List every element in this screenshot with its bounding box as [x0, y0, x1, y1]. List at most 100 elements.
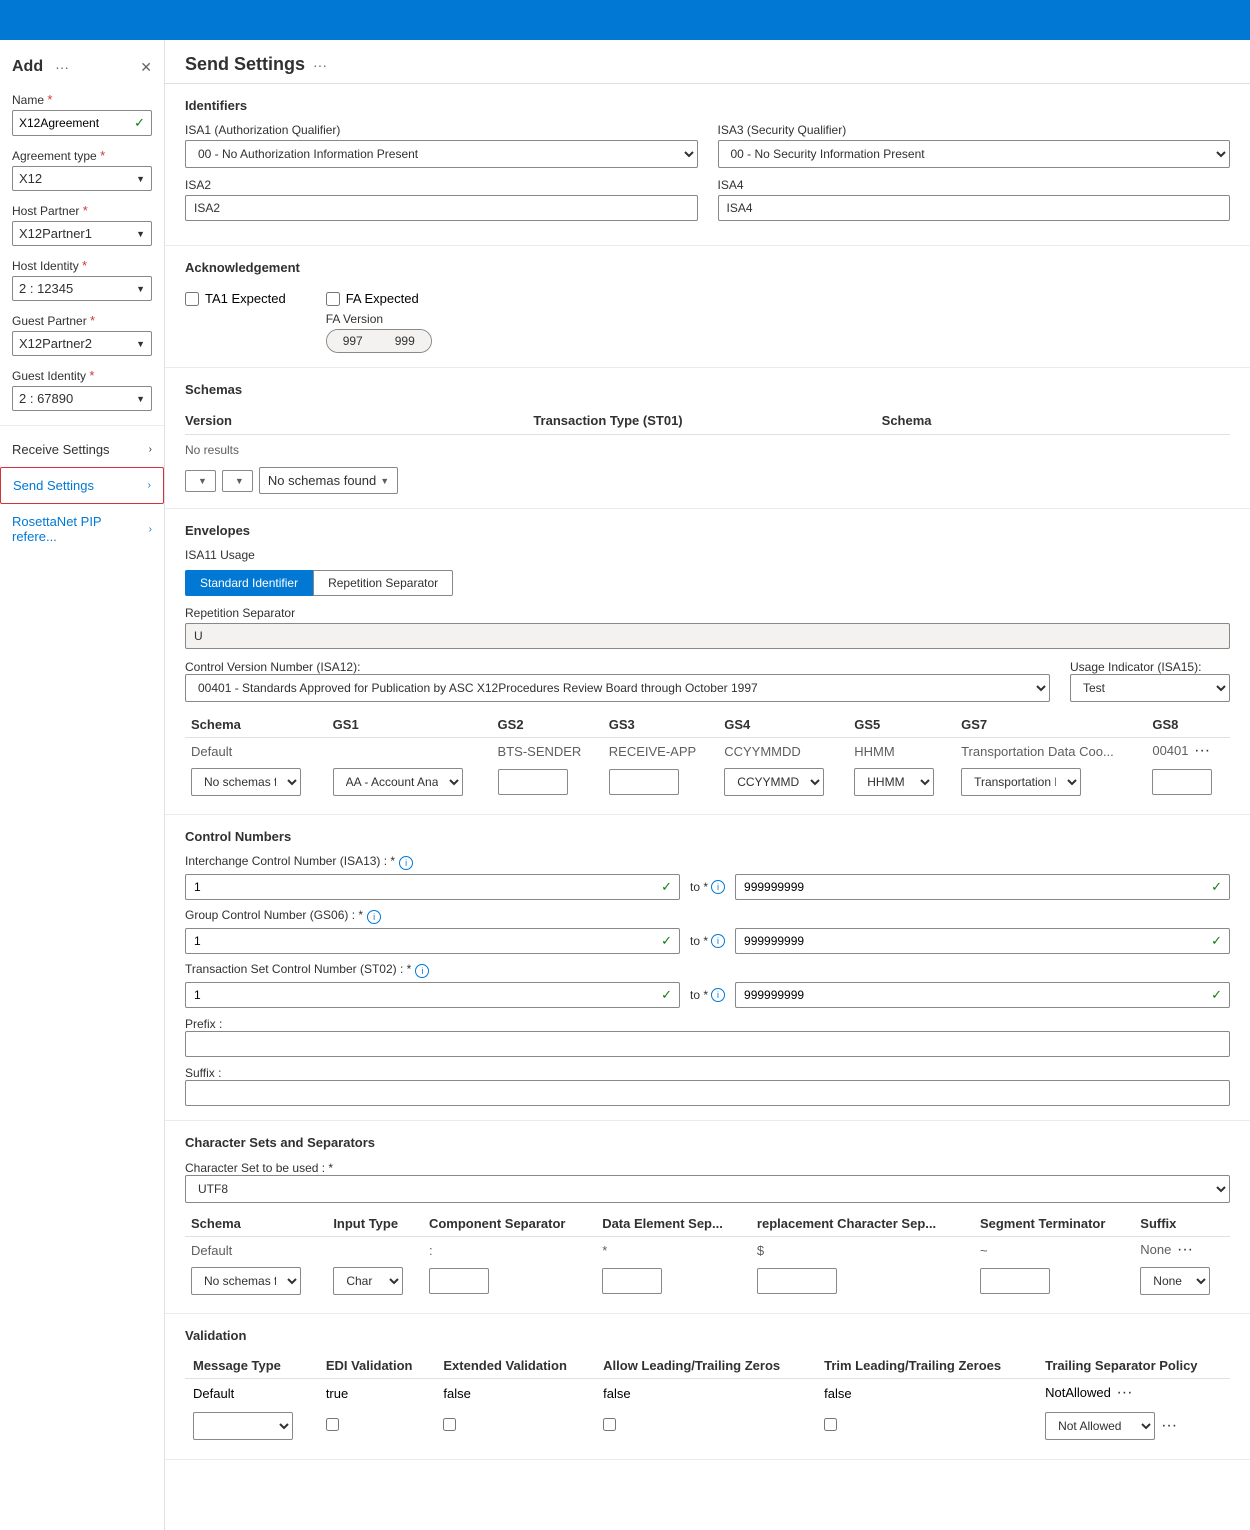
- isa2-group: ISA2: [185, 178, 698, 221]
- st02-to-info-icon[interactable]: i: [711, 988, 725, 1002]
- isa4-group: ISA4: [718, 178, 1231, 221]
- rosettanet-label: RosettaNet PIP refere...: [12, 514, 149, 544]
- env-gs2-input[interactable]: [498, 769, 568, 795]
- gs06-to-info-icon[interactable]: i: [711, 934, 725, 948]
- repetition-separator-input[interactable]: [185, 623, 1230, 649]
- char-set-select[interactable]: UTF8: [185, 1175, 1230, 1203]
- isa13-input[interactable]: [185, 874, 680, 900]
- schemas-schema-dropdown[interactable]: No schemas found ▼: [259, 467, 398, 494]
- control-version-select[interactable]: 00401 - Standards Approved for Publicati…: [185, 674, 1050, 702]
- isa13-to-info-icon[interactable]: i: [711, 880, 725, 894]
- st02-input[interactable]: [185, 982, 680, 1008]
- env-default-gs3: RECEIVE-APP: [603, 738, 718, 765]
- cs-default-label-row: Default : * $ ~ None ···: [185, 1237, 1230, 1264]
- cs-col-segment-terminator: Segment Terminator: [974, 1211, 1134, 1237]
- rosettanet-chevron-icon: ›: [149, 524, 152, 535]
- env-gs1-select[interactable]: AA - Account Anal...: [333, 768, 463, 796]
- schemas-transaction-dropdown[interactable]: ▼: [222, 470, 253, 492]
- prefix-input[interactable]: [185, 1031, 1230, 1057]
- env-col-gs3: GS3: [603, 712, 718, 738]
- val-default-trailing-sep: NotAllowed ···: [1037, 1379, 1230, 1408]
- cs-replacement-char-sep-cell: [751, 1263, 974, 1299]
- cs-default-segment-terminator: ~: [974, 1237, 1134, 1264]
- fa-expected-checkbox[interactable]: [326, 292, 340, 306]
- fa-version-997-btn[interactable]: 997: [327, 330, 379, 352]
- cs-component-sep-input[interactable]: [429, 1268, 489, 1294]
- env-gs8-input[interactable]: [1152, 769, 1212, 795]
- isa13-to-input[interactable]: [735, 874, 1230, 900]
- fa-version-group: 997 999: [326, 329, 432, 353]
- host-partner-select[interactable]: X12Partner1 ▼: [12, 221, 152, 246]
- cs-default-dots-btn[interactable]: ···: [1175, 1241, 1195, 1259]
- env-input-gs7-cell: Transportation Da...: [955, 764, 1146, 800]
- guest-identity-select[interactable]: 2 : 67890 ▼: [12, 386, 152, 411]
- gs06-info-icon[interactable]: i: [367, 910, 381, 924]
- val-col-trailing-sep-policy: Trailing Separator Policy: [1037, 1353, 1230, 1379]
- standard-identifier-tab[interactable]: Standard Identifier: [185, 570, 313, 596]
- cs-replacement-char-sep-input[interactable]: [757, 1268, 837, 1294]
- val-default-dots-btn[interactable]: ···: [1114, 1384, 1134, 1402]
- cs-segment-terminator-input[interactable]: [980, 1268, 1050, 1294]
- sidebar-item-send-settings[interactable]: Send Settings ›: [0, 467, 164, 504]
- envelopes-grid: Schema GS1 GS2 GS3 GS4 GS5 GS7 GS8 Defau…: [185, 712, 1230, 800]
- char-sets-grid: Schema Input Type Component Separator Da…: [185, 1211, 1230, 1299]
- env-col-gs5: GS5: [848, 712, 955, 738]
- val-message-type-select[interactable]: [193, 1412, 293, 1440]
- cs-suffix-select[interactable]: None: [1140, 1267, 1210, 1295]
- gs06-to-input[interactable]: [735, 928, 1230, 954]
- isa3-select[interactable]: 00 - No Security Information Present: [718, 140, 1231, 168]
- cs-schema-select[interactable]: No schemas found: [191, 1267, 301, 1295]
- character-sets-title: Character Sets and Separators: [185, 1135, 1230, 1150]
- fa-version-999-btn[interactable]: 999: [379, 330, 431, 352]
- isa13-info-icon[interactable]: i: [399, 856, 413, 870]
- val-edi-validation-checkbox[interactable]: [326, 1418, 339, 1431]
- st02-info-icon[interactable]: i: [415, 964, 429, 978]
- usage-indicator-select[interactable]: Test: [1070, 674, 1230, 702]
- guest-partner-select[interactable]: X12Partner2 ▼: [12, 331, 152, 356]
- val-trailing-sep-select[interactable]: Not Allowed Optional Mandatory: [1045, 1412, 1155, 1440]
- suffix-label: Suffix :: [185, 1066, 221, 1080]
- isa2-input[interactable]: [185, 195, 698, 221]
- host-identity-value: 2 : 12345: [19, 281, 73, 296]
- isa1-select[interactable]: 00 - No Authorization Information Presen…: [185, 140, 698, 168]
- sidebar-item-receive-settings[interactable]: Receive Settings ›: [0, 432, 164, 467]
- agreement-type-select[interactable]: X12 ▼: [12, 166, 152, 191]
- schemas-section: Schemas Version Transaction Type (ST01) …: [165, 368, 1250, 509]
- repetition-separator-tab[interactable]: Repetition Separator: [313, 570, 453, 596]
- isa3-group: ISA3 (Security Qualifier) 00 - No Securi…: [718, 123, 1231, 168]
- cs-col-input-type: Input Type: [327, 1211, 423, 1237]
- env-gs7-select[interactable]: Transportation Da...: [961, 768, 1081, 796]
- isa4-input[interactable]: [718, 195, 1231, 221]
- char-set-row: Character Set to be used : * UTF8: [185, 1160, 1230, 1203]
- receive-settings-chevron-icon: ›: [149, 444, 152, 455]
- cs-data-element-sep-input[interactable]: [602, 1268, 662, 1294]
- close-button[interactable]: ✕: [140, 59, 152, 76]
- name-input[interactable]: [19, 116, 134, 130]
- val-extended-validation-checkbox[interactable]: [443, 1418, 456, 1431]
- val-default-label-row: Default true false false false NotAllowe…: [185, 1379, 1230, 1408]
- env-gs3-input[interactable]: [609, 769, 679, 795]
- cs-input-schema-cell: No schemas found: [185, 1263, 327, 1299]
- host-identity-select[interactable]: 2 : 12345 ▼: [12, 276, 152, 301]
- gs06-input[interactable]: [185, 928, 680, 954]
- val-trim-leading-checkbox[interactable]: [824, 1418, 837, 1431]
- suffix-input[interactable]: [185, 1080, 1230, 1106]
- schemas-version-dropdown[interactable]: ▼: [185, 470, 216, 492]
- env-gs5-select[interactable]: HHMM: [854, 768, 934, 796]
- acknowledgement-section: Acknowledgement TA1 Expected FA Expected…: [165, 246, 1250, 368]
- val-allow-leading-checkbox[interactable]: [603, 1418, 616, 1431]
- validation-grid: Message Type EDI Validation Extended Val…: [185, 1353, 1230, 1445]
- env-default-dots-btn[interactable]: ···: [1192, 742, 1212, 760]
- cs-input-type-select[interactable]: Char: [333, 1267, 403, 1295]
- ta1-expected-checkbox[interactable]: [185, 292, 199, 306]
- val-input-edi-cell: [318, 1407, 436, 1445]
- sidebar-item-rosettanet[interactable]: RosettaNet PIP refere... ›: [0, 504, 164, 554]
- val-trailing-sep-dots-btn[interactable]: ···: [1159, 1417, 1179, 1435]
- prefix-group: Prefix :: [185, 1016, 1230, 1057]
- val-input-trailing-sep-cell: Not Allowed Optional Mandatory ···: [1037, 1407, 1230, 1445]
- env-schema-select[interactable]: No schemas found: [191, 768, 301, 796]
- receive-settings-label: Receive Settings: [12, 442, 110, 457]
- env-gs4-select[interactable]: CCYYMMDD: [724, 768, 824, 796]
- st02-to-input[interactable]: [735, 982, 1230, 1008]
- name-input-wrapper[interactable]: ✓: [12, 110, 152, 136]
